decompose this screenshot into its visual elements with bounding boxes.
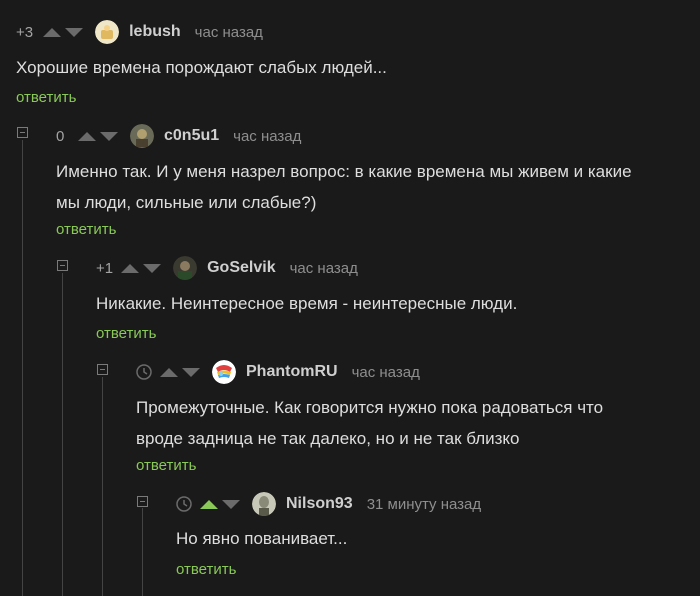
comment-text: Никакие. Неинтересное время - неинтересн…: [96, 294, 518, 313]
timestamp[interactable]: час назад: [233, 128, 301, 145]
comment-text: Но явно пованивает...: [176, 529, 348, 548]
collapse-button[interactable]: [17, 127, 28, 138]
thread-line: [102, 377, 103, 596]
thread-line: [62, 273, 63, 596]
clock-icon: [176, 496, 192, 512]
upvote-icon[interactable]: [160, 367, 178, 377]
comment-text: мы люди, сильные или слабые?): [56, 193, 317, 212]
avatar[interactable]: [173, 256, 198, 280]
downvote-icon[interactable]: [143, 263, 162, 273]
reply-button[interactable]: ответить: [96, 325, 156, 342]
upvote-icon[interactable]: [43, 27, 62, 37]
collapse-button[interactable]: [137, 496, 148, 507]
timestamp[interactable]: час назад: [195, 24, 263, 41]
upvote-icon[interactable]: [200, 499, 218, 509]
thread-line: [22, 140, 23, 596]
reply-button[interactable]: ответить: [136, 457, 196, 474]
comment-text: вроде задница не так далеко, но и не так…: [136, 429, 520, 448]
avatar[interactable]: [252, 492, 276, 516]
upvote-icon[interactable]: [78, 131, 96, 141]
avatar[interactable]: [212, 360, 236, 384]
timestamp[interactable]: час назад: [352, 364, 420, 381]
reply-button[interactable]: ответить: [56, 221, 116, 238]
downvote-icon[interactable]: [100, 131, 118, 141]
avatar[interactable]: [95, 20, 120, 44]
downvote-icon[interactable]: [65, 27, 84, 37]
reply-button[interactable]: ответить: [176, 561, 236, 578]
clock-icon: [136, 364, 152, 380]
reply-button[interactable]: ответить: [16, 89, 76, 106]
downvote-icon[interactable]: [182, 367, 200, 377]
thread-line: [142, 508, 143, 596]
comment-text: Хорошие времена порождают слабых людей..…: [16, 58, 387, 77]
rating: +1: [96, 259, 114, 277]
author-name[interactable]: Nilson93: [286, 495, 353, 513]
upvote-icon[interactable]: [121, 263, 140, 273]
author-name[interactable]: c0n5u1: [164, 127, 219, 145]
author-name[interactable]: PhantomRU: [246, 363, 338, 381]
comment-text: Именно так. И у меня назрел вопрос: в ка…: [56, 162, 632, 181]
collapse-button[interactable]: [97, 364, 108, 375]
timestamp[interactable]: час назад: [290, 260, 358, 277]
avatar[interactable]: [130, 124, 154, 148]
rating: 0: [56, 127, 65, 145]
downvote-icon[interactable]: [222, 499, 240, 509]
comment-text: Промежуточные. Как говорится нужно пока …: [136, 398, 604, 417]
author-name[interactable]: lebush: [129, 23, 181, 41]
timestamp[interactable]: 31 минуту назад: [367, 496, 481, 513]
collapse-button[interactable]: [57, 260, 68, 271]
rating: +3: [16, 23, 34, 41]
author-name[interactable]: GoSelvik: [207, 259, 275, 277]
